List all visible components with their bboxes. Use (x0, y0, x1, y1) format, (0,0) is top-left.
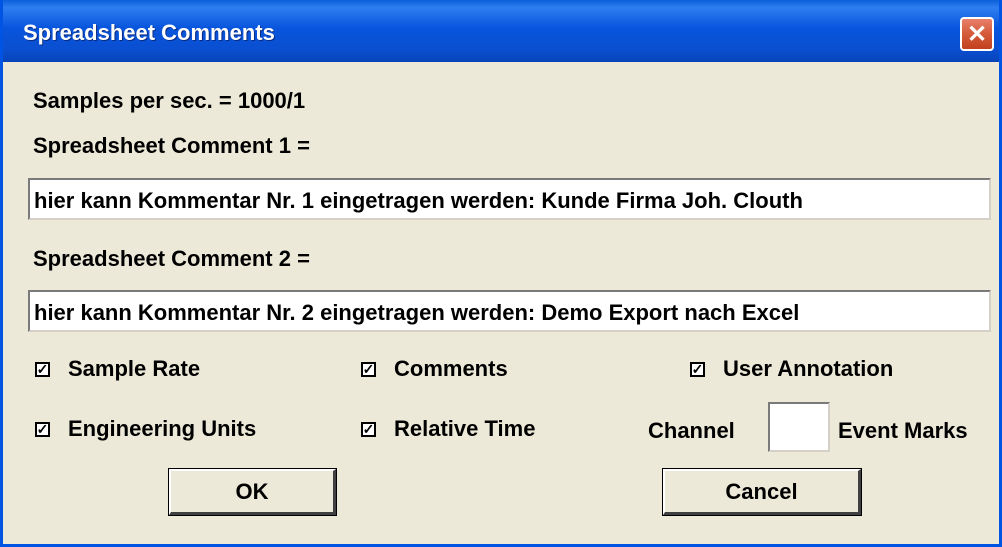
event-marks-label: Event Marks (838, 418, 968, 443)
comment2-label: Spreadsheet Comment 2 = (33, 246, 310, 271)
ok-button[interactable]: OK (168, 468, 337, 516)
cancel-button[interactable]: Cancel (662, 468, 862, 516)
engineering-units-label: Engineering Units (68, 416, 257, 441)
check-icon: ✓ (361, 361, 376, 377)
close-button[interactable]: ✕ (960, 17, 994, 51)
engineering-units-checkbox[interactable]: ✓ Engineering Units (35, 416, 256, 442)
comment1-label: Spreadsheet Comment 1 = (33, 133, 310, 158)
relative-time-label: Relative Time (394, 416, 536, 441)
check-icon: ✓ (35, 361, 50, 377)
dialog-title: Spreadsheet Comments (23, 20, 275, 45)
close-icon: ✕ (966, 20, 988, 48)
check-icon: ✓ (35, 421, 50, 437)
comment2-input[interactable]: hier kann Kommentar Nr. 2 eingetragen we… (28, 290, 991, 332)
spreadsheet-comments-dialog: Spreadsheet Comments ✕ Samples per sec. … (0, 0, 1002, 547)
samples-per-sec-label: Samples per sec. = 1000/1 (33, 88, 306, 113)
channel-input[interactable] (768, 402, 830, 452)
check-icon: ✓ (361, 421, 376, 437)
title-bar[interactable]: Spreadsheet Comments ✕ (3, 0, 999, 62)
comments-checkbox[interactable]: ✓ Comments (361, 356, 508, 382)
sample-rate-label: Sample Rate (68, 356, 201, 381)
comments-label: Comments (394, 356, 508, 381)
sample-rate-checkbox[interactable]: ✓ Sample Rate (35, 356, 200, 382)
channel-label: Channel (648, 418, 735, 443)
comment1-input[interactable]: hier kann Kommentar Nr. 1 eingetragen we… (28, 178, 991, 220)
user-annotation-label: User Annotation (723, 356, 894, 381)
relative-time-checkbox[interactable]: ✓ Relative Time (361, 416, 535, 442)
check-icon: ✓ (690, 361, 705, 377)
user-annotation-checkbox[interactable]: ✓ User Annotation (690, 356, 893, 382)
